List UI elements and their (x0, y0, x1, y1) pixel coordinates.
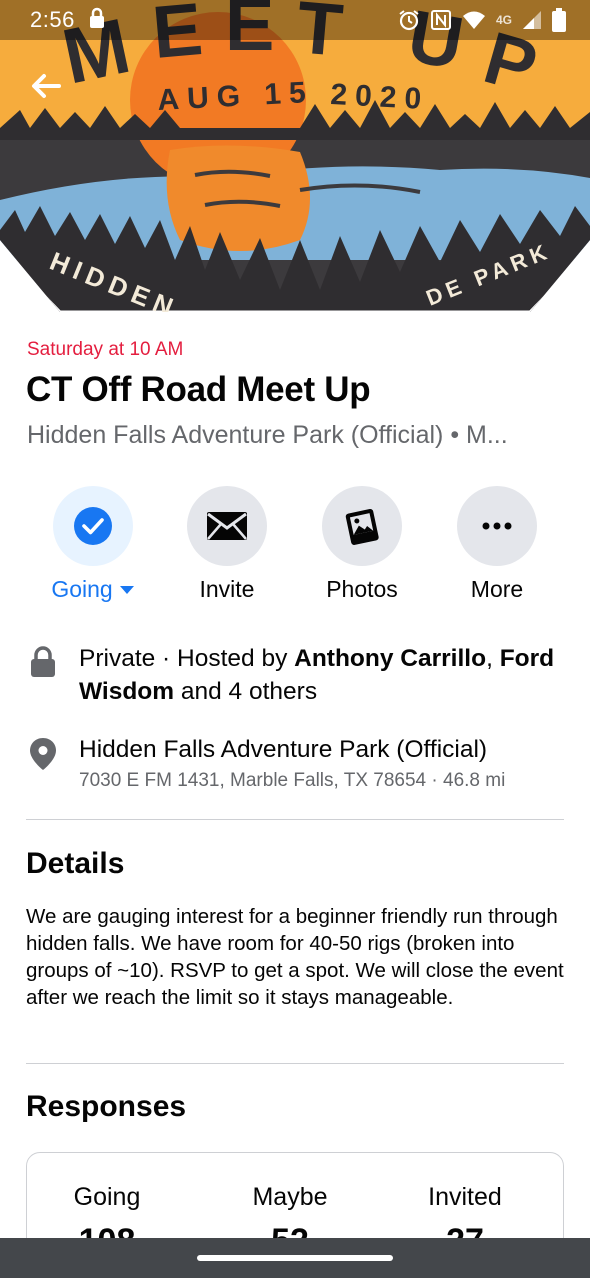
location-text: Hidden Falls Adventure Park (Official) 7… (79, 733, 505, 794)
photos-button[interactable]: Photos (295, 486, 429, 603)
signal-icon (522, 10, 542, 30)
invite-button[interactable]: Invite (160, 486, 294, 603)
lock-status-icon (89, 7, 105, 34)
envelope-icon (207, 512, 247, 540)
location-pin-icon (30, 738, 56, 770)
host-link-1[interactable]: Anthony Carrillo (294, 645, 486, 672)
privacy-suffix[interactable]: and 4 others (174, 678, 317, 705)
battery-icon (552, 8, 566, 32)
cover-illustration: M E E T U P AUG 15 2020 HIDDEN DE PARK (0, 0, 590, 312)
divider (26, 1063, 564, 1064)
check-icon (74, 507, 112, 545)
location-name: Hidden Falls Adventure Park (Official) (79, 736, 488, 763)
event-time: Saturday at 10 AM (27, 339, 184, 360)
location-row[interactable]: Hidden Falls Adventure Park (Official) 7… (26, 733, 566, 794)
response-label: Maybe (252, 1183, 328, 1211)
network-type-label: 4G (495, 13, 512, 27)
going-button[interactable]: Going (26, 486, 160, 603)
privacy-text: Private · Hosted by Anthony Carrillo, Fo… (79, 642, 566, 708)
home-gesture-pill[interactable] (197, 1255, 393, 1261)
photos-label: Photos (326, 576, 398, 602)
svg-text:2020: 2020 (330, 78, 430, 116)
more-button[interactable]: More (430, 486, 564, 603)
back-button[interactable] (28, 68, 64, 104)
responses-heading: Responses (26, 1090, 187, 1123)
event-actions: Going Invite Photos More (0, 486, 590, 606)
event-cover-image[interactable]: M E E T U P AUG 15 2020 HIDDEN DE PARK (0, 0, 590, 312)
status-time: 2:56 (30, 7, 75, 32)
event-subtitle[interactable]: Hidden Falls Adventure Park (Official) •… (27, 421, 567, 450)
details-heading: Details (26, 847, 125, 880)
privacy-prefix: Private · Hosted by (79, 645, 295, 672)
more-icon (482, 522, 512, 530)
going-label: Going (51, 576, 113, 602)
caret-down-icon (119, 585, 134, 594)
location-address: 7030 E FM 1431, Marble Falls, TX 78654 ·… (79, 770, 506, 791)
event-title: CT Off Road Meet Up (26, 370, 371, 409)
wifi-icon (462, 10, 486, 30)
response-label: Going (73, 1183, 141, 1211)
response-label: Invited (428, 1183, 502, 1211)
alarm-icon (398, 9, 420, 31)
privacy-row: Private · Hosted by Anthony Carrillo, Fo… (26, 642, 566, 708)
invite-label: Invite (199, 576, 255, 602)
divider (26, 819, 564, 820)
photo-icon (345, 508, 379, 545)
back-arrow-icon (32, 74, 61, 98)
lock-icon (31, 646, 55, 677)
nfc-icon (430, 9, 452, 31)
privacy-comma: , (486, 645, 493, 672)
more-label: More (470, 576, 524, 602)
status-bar: 2:56 4G (0, 0, 590, 40)
details-body: We are gauging interest for a beginner f… (26, 905, 564, 1009)
system-navigation-bar (0, 1238, 590, 1278)
